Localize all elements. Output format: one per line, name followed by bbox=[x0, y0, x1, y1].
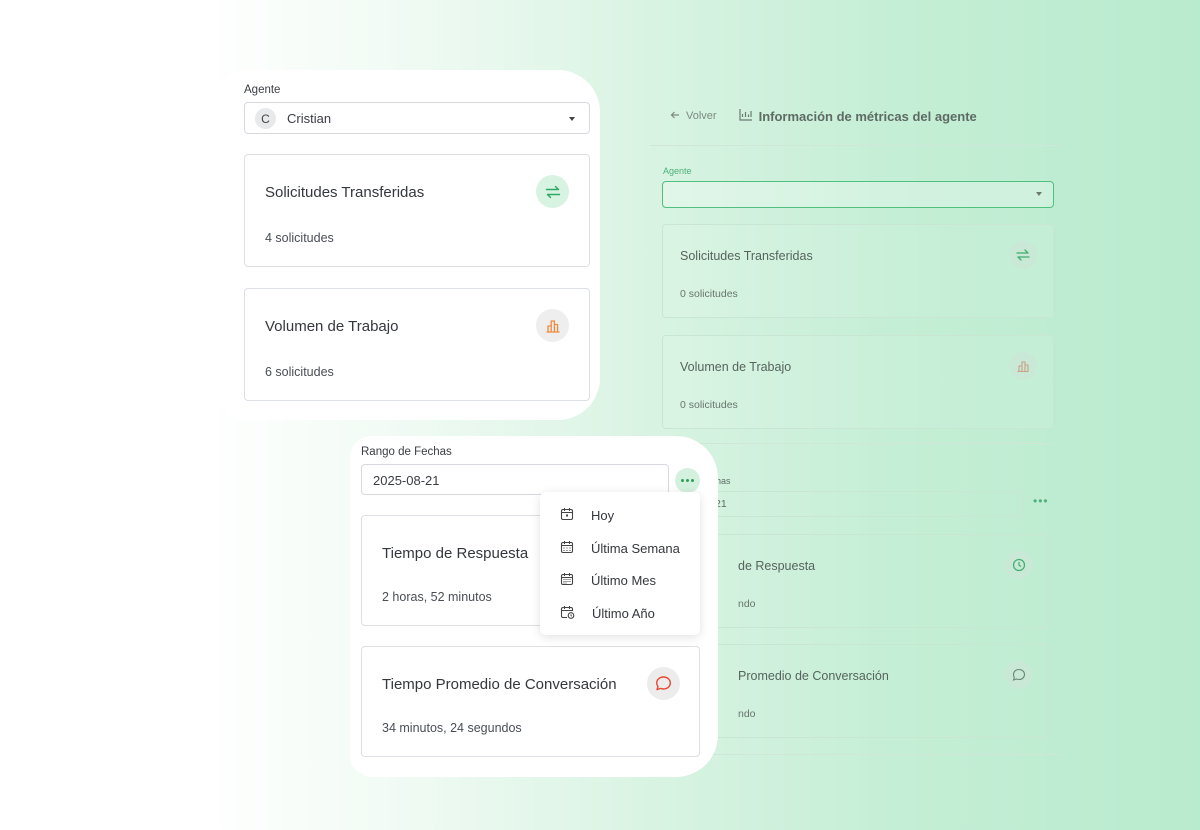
date-input[interactable]: 21 bbox=[700, 491, 1024, 517]
metric-card: Solicitudes Transferidas 0 solicitudes bbox=[662, 224, 1054, 318]
agent-label: Agente bbox=[244, 84, 281, 96]
menu-item-last-year[interactable]: Último Año bbox=[560, 603, 655, 623]
card-subtitle: 0 solicitudes bbox=[680, 399, 738, 411]
chat-bubble-icon bbox=[647, 667, 680, 700]
menu-item-last-month[interactable]: Último Mes bbox=[560, 570, 656, 590]
date-value: 2025-08-21 bbox=[373, 473, 440, 488]
avatar: C bbox=[255, 108, 276, 129]
metric-card: Volumen de Trabajo 0 solicitudes bbox=[662, 335, 1054, 429]
date-input[interactable]: 2025-08-21 bbox=[361, 464, 669, 495]
clock-icon bbox=[1005, 551, 1033, 579]
calendar-week-icon bbox=[560, 540, 574, 557]
metric-card: Promedio de Conversación ndo bbox=[690, 644, 1050, 738]
background-header: Volver Información de métricas del agent… bbox=[670, 108, 977, 124]
range-label: has bbox=[716, 476, 731, 486]
back-link[interactable]: Volver bbox=[670, 110, 717, 123]
date-options-button[interactable] bbox=[675, 468, 700, 493]
calendar-clock-icon bbox=[560, 605, 575, 622]
back-label: Volver bbox=[686, 110, 717, 122]
card-subtitle: ndo bbox=[738, 708, 756, 720]
agent-name: Cristian bbox=[287, 111, 332, 126]
caret-down-icon bbox=[1036, 192, 1042, 196]
card-title: Promedio de Conversación bbox=[738, 669, 889, 683]
card-title: Solicitudes Transferidas bbox=[265, 184, 425, 201]
workload-card: Volumen de Trabajo 6 solicitudes bbox=[244, 288, 590, 401]
transfer-arrows-icon bbox=[536, 175, 569, 208]
menu-item-last-week[interactable]: Última Semana bbox=[560, 538, 680, 558]
calendar-month-icon bbox=[560, 572, 574, 589]
card-subtitle: 2 horas, 52 minutos bbox=[382, 590, 492, 604]
agent-select[interactable] bbox=[662, 181, 1054, 208]
card-title: de Respuesta bbox=[738, 559, 816, 573]
card-subtitle: 4 solicitudes bbox=[265, 231, 334, 245]
metric-card: de Respuesta ndo bbox=[690, 534, 1050, 628]
divider bbox=[700, 754, 1060, 755]
avg-conversation-time-card: Tiempo Promedio de Conversación 34 minut… bbox=[361, 646, 700, 757]
card-title: Volumen de Trabajo bbox=[265, 318, 399, 335]
divider bbox=[650, 145, 1060, 146]
card-subtitle: ndo bbox=[738, 598, 756, 610]
card-title: Solicitudes Transferidas bbox=[680, 249, 813, 263]
card-title: Volumen de Trabajo bbox=[680, 360, 792, 374]
menu-item-today[interactable]: Hoy bbox=[560, 505, 614, 525]
chart-icon bbox=[738, 108, 753, 124]
card-title: Tiempo Promedio de Conversación bbox=[382, 676, 617, 693]
card-subtitle: 6 solicitudes bbox=[265, 365, 334, 379]
calendar-today-icon bbox=[560, 507, 574, 524]
more-options-icon[interactable]: ••• bbox=[1033, 494, 1049, 508]
transferred-requests-card: Solicitudes Transferidas 4 solicitudes bbox=[244, 154, 590, 267]
bar-chart-icon bbox=[536, 309, 569, 342]
card-subtitle: 34 minutos, 24 segundos bbox=[382, 721, 522, 735]
agent-label: Agente bbox=[663, 166, 692, 176]
page-title: Información de métricas del agente bbox=[738, 108, 977, 124]
agent-metrics-panel: Agente C Cristian Solicitudes Transferid… bbox=[222, 70, 600, 420]
arrow-left-icon bbox=[670, 110, 680, 123]
card-title: Tiempo de Respuesta bbox=[382, 545, 529, 562]
chat-bubble-icon bbox=[1005, 661, 1033, 689]
caret-down-icon bbox=[569, 117, 575, 121]
date-range-label: Rango de Fechas bbox=[361, 446, 452, 458]
bar-chart-icon bbox=[1009, 352, 1037, 380]
divider bbox=[660, 443, 1052, 444]
date-presets-menu: Hoy Última Semana Último Mes Último Año bbox=[540, 492, 700, 635]
transfer-arrows-icon bbox=[1009, 241, 1037, 269]
agent-select[interactable]: C Cristian bbox=[244, 102, 590, 134]
card-subtitle: 0 solicitudes bbox=[680, 288, 738, 300]
